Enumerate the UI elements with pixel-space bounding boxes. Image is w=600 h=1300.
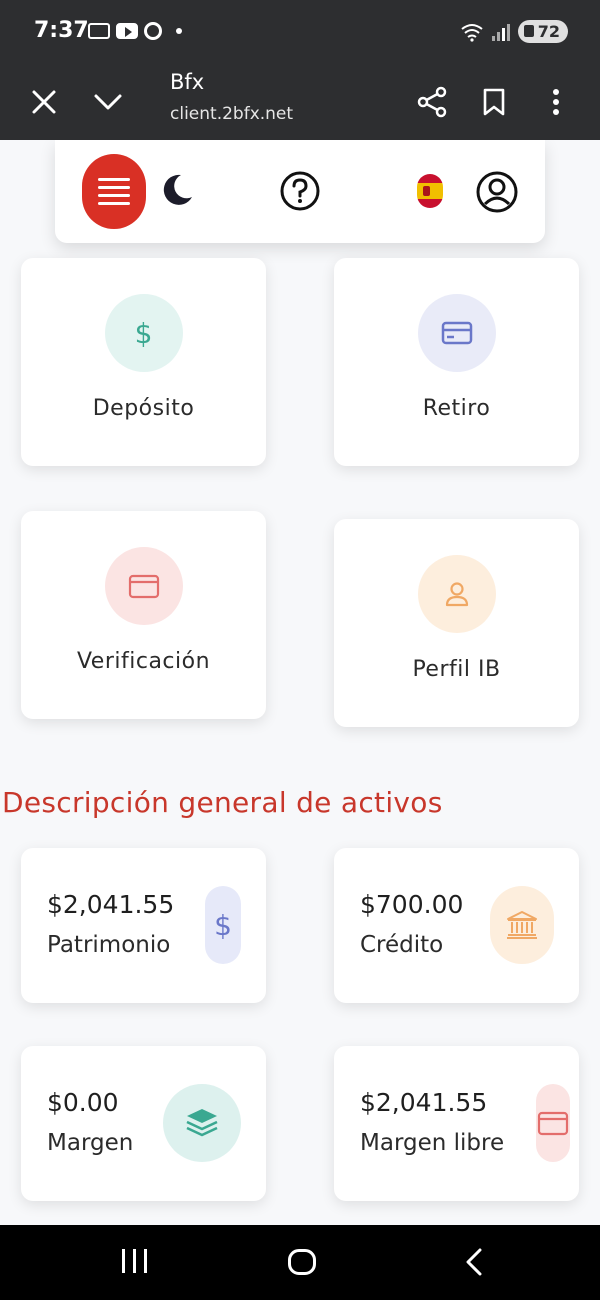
equity-label: Patrimonio bbox=[47, 932, 171, 958]
battery-indicator: 72 bbox=[517, 20, 568, 43]
app-top-nav bbox=[55, 140, 545, 243]
credit-card-icon bbox=[417, 294, 496, 372]
chrome-icon bbox=[144, 22, 162, 40]
recent-apps-button[interactable] bbox=[122, 1249, 147, 1273]
notification-icons bbox=[88, 22, 182, 40]
back-button[interactable] bbox=[460, 1247, 490, 1277]
home-button[interactable] bbox=[288, 1249, 316, 1275]
equity-amount: $2,041.55 bbox=[47, 890, 175, 919]
dark-mode-toggle[interactable] bbox=[159, 172, 195, 208]
status-time: 7:37 bbox=[34, 18, 89, 43]
margin-amount: $0.00 bbox=[47, 1088, 119, 1117]
credit-amount: $700.00 bbox=[360, 890, 464, 919]
youtube-icon bbox=[116, 23, 138, 39]
minimize-button[interactable] bbox=[84, 78, 132, 126]
withdraw-card[interactable]: Retiro bbox=[334, 258, 579, 466]
withdraw-label: Retiro bbox=[422, 396, 491, 421]
deposit-label: Depósito bbox=[92, 396, 195, 421]
layers-icon bbox=[163, 1084, 241, 1162]
menu-button[interactable] bbox=[82, 154, 146, 229]
system-icons: 72 bbox=[460, 20, 568, 43]
share-button[interactable] bbox=[408, 78, 456, 126]
wallet-icon bbox=[536, 1084, 570, 1162]
page-url: client.2bfx.net bbox=[170, 104, 294, 124]
credit-label: Crédito bbox=[360, 932, 444, 958]
bookmark-icon bbox=[483, 88, 505, 116]
signal-icon bbox=[491, 23, 510, 41]
close-icon bbox=[32, 90, 56, 114]
browser-toolbar: Bfx client.2bfx.net bbox=[0, 64, 600, 140]
margin-card: $0.00 Margen bbox=[21, 1046, 266, 1201]
verification-label: Verificación bbox=[76, 649, 211, 674]
spain-flag-icon[interactable] bbox=[417, 174, 443, 208]
wifi-icon bbox=[461, 23, 483, 42]
verification-card[interactable]: Verificación bbox=[21, 511, 266, 719]
margin-label: Margen bbox=[47, 1130, 134, 1156]
user-account-icon[interactable] bbox=[475, 170, 519, 214]
dollar-icon: $ bbox=[205, 886, 241, 964]
status-bar: 7:37 72 bbox=[0, 0, 600, 64]
more-vert-icon bbox=[553, 89, 559, 115]
more-options-button[interactable] bbox=[532, 78, 580, 126]
ib-profile-card[interactable]: Perfil IB bbox=[334, 519, 579, 727]
assets-overview-title: Descripción general de activos bbox=[2, 786, 443, 819]
id-card-icon bbox=[104, 547, 183, 625]
credit-card: $700.00 Crédito bbox=[334, 848, 579, 1003]
free-margin-card: $2,041.55 Margen libre bbox=[334, 1046, 579, 1201]
ib-profile-label: Perfil IB bbox=[412, 657, 501, 682]
user-icon bbox=[417, 555, 496, 633]
free-margin-amount: $2,041.55 bbox=[360, 1088, 488, 1117]
page-title: Bfx bbox=[170, 70, 205, 94]
deposit-card[interactable]: $ Depósito bbox=[21, 258, 266, 466]
help-icon[interactable] bbox=[279, 170, 321, 212]
system-nav-bar bbox=[0, 1225, 600, 1300]
bank-icon bbox=[490, 886, 554, 964]
voicemail-icon bbox=[88, 23, 110, 39]
bookmark-button[interactable] bbox=[470, 78, 518, 126]
free-margin-label: Margen libre bbox=[360, 1130, 505, 1156]
more-notifications-icon bbox=[176, 28, 182, 34]
page-content: $ Depósito Retiro Verificación Perfil IB… bbox=[0, 140, 600, 1225]
share-icon bbox=[417, 86, 447, 118]
chevron-down-icon bbox=[94, 94, 122, 110]
close-tab-button[interactable] bbox=[20, 78, 68, 126]
dollar-icon: $ bbox=[104, 294, 183, 372]
equity-card: $2,041.55 Patrimonio $ bbox=[21, 848, 266, 1003]
